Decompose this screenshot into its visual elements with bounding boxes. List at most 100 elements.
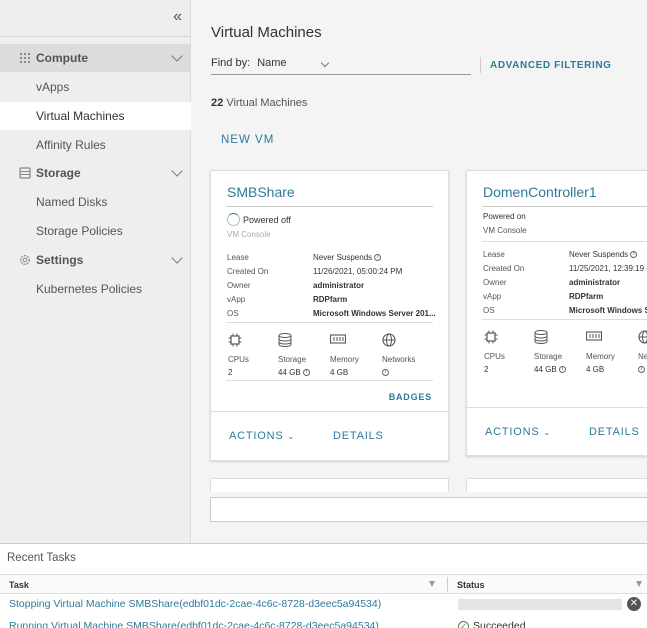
networks-value: i bbox=[382, 368, 432, 377]
vm-card bbox=[466, 478, 647, 492]
divider bbox=[467, 407, 647, 408]
sidebar-item-storage-policies[interactable]: Storage Policies bbox=[0, 217, 191, 245]
sidebar: « Compute vApps Virtual Machines Affinit… bbox=[0, 0, 191, 543]
filter-icon[interactable] bbox=[429, 581, 435, 587]
divider bbox=[226, 380, 433, 381]
find-by-label: Find by: bbox=[211, 57, 251, 69]
lease-value-text: Never Suspends bbox=[313, 253, 373, 262]
info-icon[interactable]: i bbox=[382, 369, 389, 377]
created-value: 11/25/2021, 12:39:19 P bbox=[569, 264, 647, 273]
created-value: 11/26/2021, 05:00:24 PM bbox=[313, 267, 403, 276]
advanced-filtering-link[interactable]: ADVANCED FILTERING bbox=[490, 60, 612, 71]
sidebar-item-virtual-machines[interactable]: Virtual Machines bbox=[0, 102, 191, 130]
collapse-sidebar-icon[interactable]: « bbox=[173, 9, 182, 25]
nav-group-storage[interactable]: Storage bbox=[0, 159, 191, 187]
divider bbox=[482, 319, 647, 320]
networks-label: Networks bbox=[382, 355, 416, 364]
memory-icon bbox=[329, 334, 347, 344]
task-link[interactable]: Stopping Virtual Machine SMBShare(edbf01… bbox=[9, 598, 381, 610]
main-content: Virtual Machines Find by: Name ADVANCED … bbox=[191, 0, 647, 543]
info-icon[interactable]: i bbox=[630, 251, 638, 259]
sidebar-item-affinity-rules[interactable]: Affinity Rules bbox=[0, 131, 191, 159]
gear-icon bbox=[20, 255, 30, 265]
task-column-header[interactable]: Task bbox=[9, 580, 29, 590]
column-divider[interactable] bbox=[447, 577, 448, 592]
networks-resource: Ne i bbox=[638, 330, 647, 374]
actions-dropdown[interactable]: ACTIONS ⌄ bbox=[485, 426, 551, 438]
cpus-label: CPUs bbox=[228, 355, 249, 364]
storage-resource: Storage 44 GB i bbox=[534, 330, 584, 374]
details-button[interactable]: DETAILS bbox=[589, 426, 640, 438]
cancel-task-icon[interactable]: ✕ bbox=[627, 597, 641, 611]
actions-dropdown[interactable]: ACTIONS ⌄ bbox=[229, 430, 295, 442]
divider bbox=[226, 206, 433, 207]
vm-console-link[interactable]: VM Console bbox=[227, 230, 271, 239]
nav-group-settings[interactable]: Settings bbox=[0, 246, 191, 274]
sidebar-divider bbox=[0, 36, 191, 37]
cpus-resource: CPUs 2 bbox=[484, 330, 534, 374]
cpu-icon bbox=[228, 333, 242, 347]
progress-bar bbox=[458, 599, 622, 610]
chevron-down-icon bbox=[171, 252, 183, 264]
tasks-table-header: Task Status bbox=[0, 574, 647, 594]
filter-icon[interactable] bbox=[636, 581, 642, 587]
cpus-value: 2 bbox=[228, 368, 233, 377]
info-icon[interactable]: i bbox=[558, 366, 566, 374]
table-row: Stopping Virtual Machine SMBShare(edbf01… bbox=[0, 594, 647, 614]
vapp-value: RDPfarm bbox=[569, 292, 604, 301]
cpu-icon bbox=[484, 330, 498, 344]
vm-card-domencontroller1: DomenController1 Powered on VM Console L… bbox=[466, 170, 647, 456]
sidebar-item-named-disks[interactable]: Named Disks bbox=[0, 188, 191, 216]
vm-count: 22 Virtual Machines bbox=[211, 97, 307, 109]
info-icon[interactable]: i bbox=[638, 366, 645, 374]
chevron-down-icon bbox=[171, 165, 183, 177]
vapp-label: vApp bbox=[483, 292, 502, 301]
storage-value-text: 44 GB bbox=[278, 368, 301, 377]
nav-group-label: Settings bbox=[36, 253, 84, 267]
lease-value-text: Never Suspends bbox=[569, 250, 629, 259]
memory-value: 4 GB bbox=[330, 368, 349, 377]
networks-label: Ne bbox=[638, 352, 647, 361]
recent-tasks-title: Recent Tasks bbox=[7, 552, 76, 564]
cpus-value: 2 bbox=[484, 365, 489, 374]
os-value: Microsoft Windows Server 201... bbox=[313, 309, 436, 318]
owner-value: administrator bbox=[569, 278, 621, 287]
database-icon bbox=[19, 167, 31, 179]
vm-console-link[interactable]: VM Console bbox=[483, 226, 527, 235]
power-state-label: Powered on bbox=[483, 212, 526, 221]
networks-value: i bbox=[638, 365, 647, 374]
vapp-value: RDPfarm bbox=[313, 295, 348, 304]
actions-label: ACTIONS bbox=[229, 430, 284, 442]
cpus-resource: CPUs 2 bbox=[228, 333, 278, 377]
info-icon[interactable]: i bbox=[302, 369, 310, 377]
storage-label: Storage bbox=[278, 355, 307, 364]
badges-link[interactable]: BADGES bbox=[389, 392, 432, 402]
nav-group-label: Storage bbox=[36, 166, 81, 180]
storage-value: 44 GB i bbox=[534, 365, 584, 374]
sidebar-item-kubernetes-policies[interactable]: Kubernetes Policies bbox=[0, 275, 191, 303]
task-link[interactable]: Running Virtual Machine SMBShare(edbf01d… bbox=[9, 620, 379, 628]
recent-tasks-panel: Recent Tasks Task Status Stopping Virtua… bbox=[0, 543, 647, 628]
new-vm-button[interactable]: NEW VM bbox=[221, 134, 274, 146]
nav-group-compute[interactable]: Compute bbox=[0, 44, 191, 72]
network-icon bbox=[638, 330, 647, 344]
created-label: Created On bbox=[483, 264, 525, 273]
status-cell: ✓ Succeeded bbox=[458, 620, 526, 628]
details-button[interactable]: DETAILS bbox=[333, 430, 384, 442]
vm-name-link[interactable]: DomenController1 bbox=[483, 184, 597, 200]
os-label: OS bbox=[227, 309, 239, 318]
lease-value: Never Suspends i bbox=[313, 253, 382, 262]
info-icon[interactable]: i bbox=[374, 254, 382, 262]
status-column-header[interactable]: Status bbox=[457, 580, 485, 590]
power-state: Powered off bbox=[227, 213, 291, 226]
created-label: Created On bbox=[227, 267, 269, 276]
storage-icon bbox=[534, 330, 548, 344]
networks-resource: Networks i bbox=[382, 333, 432, 377]
sidebar-item-vapps[interactable]: vApps bbox=[0, 73, 191, 101]
nav-group-label: Compute bbox=[36, 51, 88, 65]
owner-value: administrator bbox=[313, 281, 365, 290]
find-by-select[interactable]: Find by: Name bbox=[211, 57, 471, 75]
storage-resource: Storage 44 GB i bbox=[278, 333, 328, 377]
lease-label: Lease bbox=[483, 250, 505, 259]
vm-name-link[interactable]: SMBShare bbox=[227, 184, 295, 200]
